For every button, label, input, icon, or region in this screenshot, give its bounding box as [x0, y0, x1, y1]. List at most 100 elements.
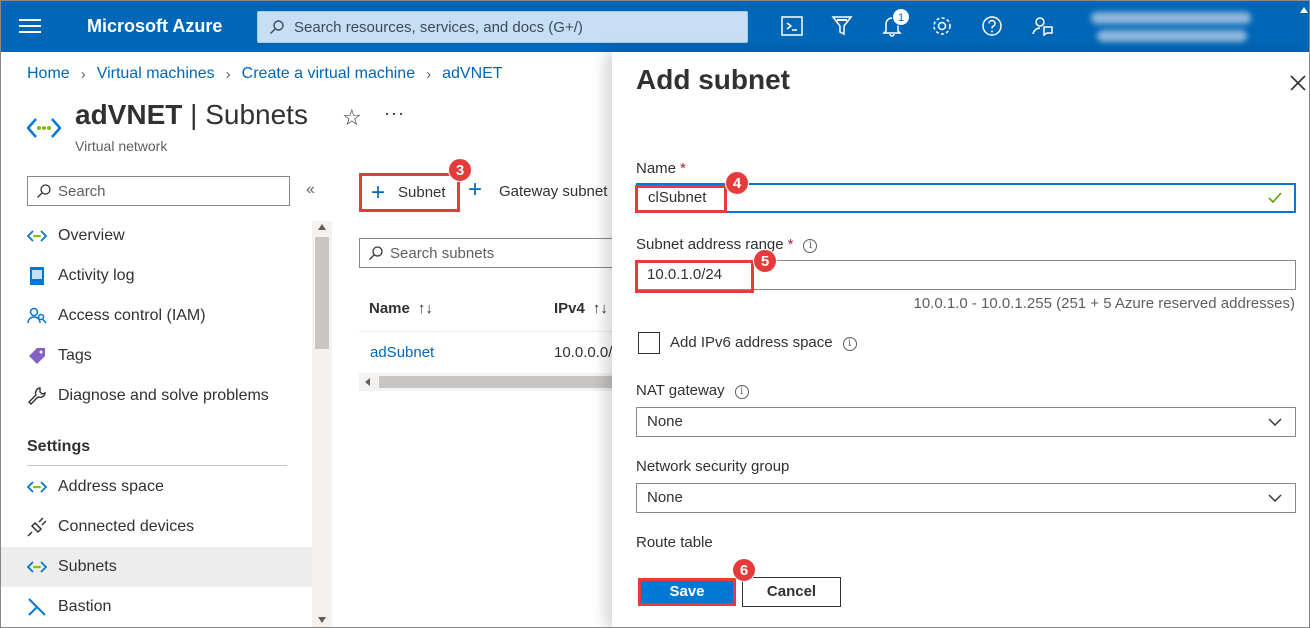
feedback-icon[interactable]: [1029, 13, 1055, 39]
more-options-button[interactable]: ···: [384, 103, 405, 124]
step-marker-5: 5: [753, 249, 777, 273]
save-button[interactable]: Save: [638, 578, 736, 606]
breadcrumb-advnet[interactable]: adVNET: [442, 65, 502, 83]
nat-gateway-select[interactable]: None: [636, 407, 1296, 437]
nav-item-activity-log[interactable]: Activity log: [1, 256, 312, 296]
gateway-subnet-label: Gateway subnet: [499, 183, 608, 200]
required-marker: *: [680, 160, 686, 177]
nav-section-settings: Settings: [27, 438, 91, 455]
step-marker-4: 4: [725, 171, 749, 195]
cancel-button[interactable]: Cancel: [742, 577, 841, 607]
search-icon: [37, 184, 51, 198]
menu-icon[interactable]: [19, 15, 41, 37]
directory-filter-icon[interactable]: [829, 13, 855, 39]
nav-item-connected-devices[interactable]: Connected devices: [1, 507, 312, 547]
info-icon[interactable]: i: [734, 385, 749, 399]
table-divider: [359, 331, 613, 332]
name-label: Name *: [636, 160, 686, 177]
column-label: Name: [369, 300, 410, 317]
breadcrumb: Home › Virtual machines › Create a virtu…: [27, 65, 503, 83]
step-marker-6: 6: [732, 558, 756, 582]
nsg-label: Network security group: [636, 458, 790, 475]
plus-icon: +: [371, 179, 386, 206]
brand-title[interactable]: Microsoft Azure: [87, 16, 222, 37]
chevron-down-icon: [1268, 418, 1282, 426]
chevron-right-icon: ›: [80, 65, 86, 83]
checkmark-icon: [1268, 192, 1282, 204]
panel-footer: Save Cancel 6: [612, 552, 1309, 627]
close-icon[interactable]: [1287, 72, 1309, 94]
scroll-up-arrow-icon[interactable]: [318, 224, 326, 230]
range-label: Subnet address range * i: [636, 236, 818, 253]
nat-label: NAT gateway i: [636, 382, 749, 399]
title-separator: |: [190, 99, 198, 130]
nav-item-address-space[interactable]: Address space: [1, 467, 312, 507]
highlight-box: [635, 260, 754, 293]
column-label: IPv4: [554, 300, 585, 317]
account-menu[interactable]: [1091, 10, 1261, 44]
scrollbar-thumb[interactable]: [315, 237, 329, 349]
settings-icon[interactable]: [929, 13, 955, 39]
help-icon[interactable]: [979, 13, 1005, 39]
page-title: adVNET | Subnets: [75, 99, 308, 131]
nav-scrollbar[interactable]: [312, 221, 332, 627]
nat-label-text: NAT gateway: [636, 382, 725, 399]
ipv6-label: Add IPv6 address space i: [670, 334, 857, 351]
scroll-up-button[interactable]: [1297, 1, 1309, 52]
column-header-name[interactable]: Name ↑↓: [369, 300, 433, 317]
chevron-right-icon: ›: [225, 65, 231, 83]
nav-search-input[interactable]: [58, 177, 283, 205]
global-search[interactable]: [257, 11, 748, 43]
top-bar: Microsoft Azure 1: [1, 1, 1309, 52]
info-icon[interactable]: i: [803, 239, 818, 253]
virtual-network-icon: [27, 118, 61, 138]
nsg-select[interactable]: None: [636, 483, 1296, 513]
azure-portal-window: Microsoft Azure 1 Home › Virtual machine…: [0, 0, 1310, 628]
subnet-search-input[interactable]: [390, 239, 610, 267]
nat-gateway-value: None: [647, 413, 683, 430]
chevron-right-icon: ›: [426, 65, 432, 83]
chevron-down-icon: [1268, 494, 1282, 502]
nav-divider: [27, 465, 287, 466]
cloud-shell-icon[interactable]: [779, 13, 805, 39]
nav-item-label: Connected devices: [58, 518, 195, 535]
nav-item-diagnose[interactable]: Diagnose and solve problems: [1, 376, 312, 416]
add-subnet-button[interactable]: + Subnet: [359, 173, 460, 212]
sort-icon: ↑↓: [417, 300, 433, 317]
subnet-search[interactable]: [359, 238, 619, 268]
vnet-icon: [27, 230, 47, 242]
nav-item-subnets[interactable]: Subnets: [1, 547, 312, 587]
wrench-icon: [28, 387, 46, 405]
nav-item-bastion[interactable]: Bastion: [1, 587, 312, 627]
subnet-ipv4-cell: 10.0.0.0/: [554, 344, 613, 361]
collapse-nav-button[interactable]: «: [306, 181, 315, 199]
nav-item-tags[interactable]: Tags: [1, 336, 312, 376]
breadcrumb-virtual-machines[interactable]: Virtual machines: [97, 65, 215, 83]
breadcrumb-create-vm[interactable]: Create a virtual machine: [242, 65, 415, 83]
ipv6-checkbox[interactable]: [638, 332, 660, 354]
info-icon[interactable]: i: [842, 337, 857, 351]
nav-item-label: Access control (IAM): [58, 307, 206, 324]
nav-search[interactable]: [27, 176, 290, 206]
subnet-name-link[interactable]: adSubnet: [370, 344, 434, 361]
panel-title: Add subnet: [636, 64, 790, 95]
scrollbar-thumb[interactable]: [379, 376, 613, 388]
nav-item-label: Activity log: [58, 267, 135, 284]
route-table-label: Route table: [636, 534, 713, 551]
breadcrumb-home[interactable]: Home: [27, 65, 70, 83]
add-gateway-subnet-button[interactable]: + Gateway subnet: [468, 173, 618, 212]
scroll-left-arrow-icon[interactable]: [365, 378, 370, 386]
search-icon: [270, 20, 284, 34]
nav-item-overview[interactable]: Overview: [1, 216, 312, 256]
resource-type: Virtual network: [75, 138, 168, 154]
scroll-down-arrow-icon[interactable]: [318, 617, 326, 623]
nav-item-access-control[interactable]: Access control (IAM): [1, 296, 312, 336]
name-label-text: Name: [636, 160, 677, 177]
ipv6-label-text: Add IPv6 address space: [670, 334, 833, 351]
table-horizontal-scrollbar[interactable]: [359, 373, 613, 391]
column-header-ipv4[interactable]: IPv4 ↑↓: [554, 300, 608, 317]
favorite-star-icon[interactable]: ☆: [342, 105, 362, 131]
highlight-box: [635, 185, 727, 213]
global-search-input[interactable]: [294, 12, 734, 42]
nav-item-label: Subnets: [58, 558, 117, 575]
